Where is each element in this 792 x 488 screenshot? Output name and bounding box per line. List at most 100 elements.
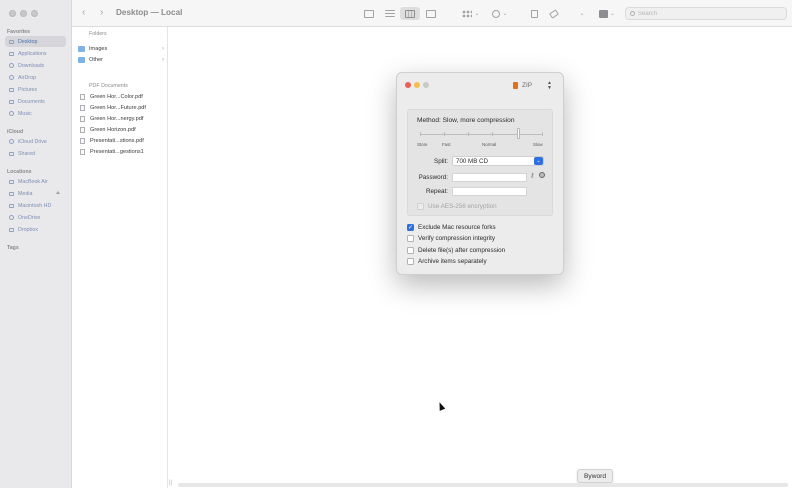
repeat-label: Repeat: xyxy=(425,188,448,195)
tag-icon xyxy=(549,8,559,19)
close-button[interactable] xyxy=(9,10,16,17)
drive-icon xyxy=(598,9,608,18)
icon-view-button[interactable] xyxy=(362,7,376,20)
disk-icon xyxy=(8,203,14,208)
sidebar-item-documents[interactable]: Documents xyxy=(5,96,66,107)
sidebar-item-pictures[interactable]: Pictures xyxy=(5,84,66,95)
checkbox-label: Delete file(s) after compression xyxy=(418,247,506,254)
eject-group-button[interactable]: ⌄ xyxy=(596,7,618,20)
search-field[interactable] xyxy=(625,7,787,20)
compression-slider-track[interactable] xyxy=(420,134,543,135)
search-input[interactable] xyxy=(638,10,778,17)
split-size-value: 700 MB CD xyxy=(456,157,488,165)
sidebar-item-label: Media xyxy=(18,190,33,197)
file-row[interactable]: Green Horizon.pdf xyxy=(78,125,164,135)
sidebar-item-airdrop[interactable]: AirDrop xyxy=(5,72,66,83)
archive-format-value: ZIP xyxy=(522,82,533,89)
documents-icon xyxy=(8,99,14,104)
dialog-minimize-button[interactable] xyxy=(414,82,420,88)
checkmark-icon: ✓ xyxy=(407,224,414,231)
sidebar-item-downloads[interactable]: Downloads xyxy=(5,60,66,71)
file-row[interactable]: Green Hor...Color.pdf xyxy=(78,92,164,102)
column-view-button[interactable] xyxy=(400,7,420,20)
password-input[interactable] xyxy=(453,174,526,182)
file-row[interactable]: Green Hor...nergy.pdf xyxy=(78,114,164,124)
checkbox-label: Verify compression integrity xyxy=(418,235,495,242)
sidebar-item-applications[interactable]: Applications xyxy=(5,48,66,59)
compression-slider-thumb[interactable] xyxy=(517,128,521,139)
slider-tick xyxy=(468,132,469,136)
pdf-file-icon xyxy=(80,149,85,155)
repeat-password-field[interactable] xyxy=(452,187,527,196)
cloud-icon xyxy=(8,139,14,144)
password-generator-icon[interactable] xyxy=(539,172,545,178)
folder-name: Other xyxy=(89,57,103,63)
slider-label-fast: Fast xyxy=(442,142,451,147)
tag-button[interactable] xyxy=(548,7,560,20)
split-size-select[interactable]: 700 MB CD ⌄ xyxy=(452,156,544,166)
compression-dialog: ZIP ▲ ▼ Method: Slow, more compression St… xyxy=(396,72,564,275)
downloads-icon xyxy=(8,63,14,68)
sidebar-item-macbook-air[interactable]: MacBook Air xyxy=(5,176,66,187)
group-button[interactable]: ⌄ xyxy=(460,7,482,20)
dropbox-icon xyxy=(8,227,14,232)
sidebar-item-media[interactable]: Media xyxy=(5,188,66,199)
eject-icon[interactable] xyxy=(56,191,60,194)
slider-label-normal: Normal xyxy=(482,142,497,147)
sidebar-item-icloud-drive[interactable]: iCloud Drive xyxy=(5,136,66,147)
delete-after-compression-checkbox[interactable]: Delete file(s) after compression xyxy=(407,247,505,254)
zoom-button[interactable] xyxy=(31,10,38,17)
updown-chevron-icon: ▲ ▼ xyxy=(547,80,552,91)
sidebar-item-onedrive[interactable]: OneDrive xyxy=(5,212,66,223)
file-row[interactable]: Presentati...gestions1 xyxy=(78,147,164,157)
ellipsis-circle-icon xyxy=(492,9,501,18)
gallery-view-button[interactable] xyxy=(424,7,438,20)
file-row[interactable]: Presentati...stions.pdf xyxy=(78,136,164,146)
sidebar-item-macintosh-hd[interactable]: Macintosh HD xyxy=(5,200,66,211)
sidebar-item-music[interactable]: Music xyxy=(5,108,66,119)
horizontal-scrollbar[interactable] xyxy=(178,483,788,487)
sidebar-item-desktop[interactable]: Desktop xyxy=(5,36,66,47)
file-name: Green Hor...nergy.pdf xyxy=(90,116,144,122)
sidebar-item-label: Music xyxy=(18,110,32,117)
verify-integrity-checkbox[interactable]: Verify compression integrity xyxy=(407,235,495,242)
pdf-file-icon xyxy=(80,105,85,111)
repeat-password-input[interactable] xyxy=(453,188,526,196)
sidebar-item-shared[interactable]: Shared xyxy=(5,148,66,159)
password-field[interactable] xyxy=(452,173,527,182)
shared-folder-icon xyxy=(8,151,14,156)
pdf-documents-header: PDF Documents xyxy=(89,83,128,89)
more-button[interactable]: ⌄ xyxy=(576,7,586,20)
dialog-zoom-button[interactable] xyxy=(423,82,429,88)
dialog-close-button[interactable] xyxy=(405,82,411,88)
window-title: Desktop — Local xyxy=(116,8,183,17)
archive-separately-checkbox[interactable]: Archive items separately xyxy=(407,258,487,265)
key-icon[interactable]: ⚷ xyxy=(530,172,534,179)
compression-options-panel: Method: Slow, more compression Store Fas… xyxy=(407,109,553,216)
checkbox-label: Archive items separately xyxy=(418,258,487,265)
sidebar-item-dropbox[interactable]: Dropbox xyxy=(5,224,66,235)
list-view-button[interactable] xyxy=(383,7,397,20)
forward-button[interactable]: › xyxy=(100,7,103,18)
desktop-icon xyxy=(8,39,14,44)
dock-tooltip: Byword xyxy=(577,469,613,483)
folder-row-images[interactable]: Images › xyxy=(78,44,164,54)
finder-toolbar: ‹ › Desktop — Local ⌄ ⌄ ⌄ ⌄ xyxy=(72,0,792,27)
pdf-file-icon xyxy=(80,116,85,122)
action-button[interactable]: ⌄ xyxy=(489,7,511,20)
column-resize-handle[interactable]: || xyxy=(169,480,172,486)
aes-encryption-checkbox[interactable]: Use AES-256 encryption xyxy=(417,203,497,210)
minimize-button[interactable] xyxy=(20,10,27,17)
share-button[interactable] xyxy=(528,7,540,20)
back-button[interactable]: ‹ xyxy=(82,7,85,18)
pdf-file-icon xyxy=(80,94,85,100)
file-row[interactable]: Green Hor...Future.pdf xyxy=(78,103,164,113)
sidebar-item-label: Documents xyxy=(18,98,45,105)
sidebar-item-label: AirDrop xyxy=(18,74,36,81)
chevron-down-icon: ⌄ xyxy=(534,157,543,165)
exclude-resource-forks-checkbox[interactable]: ✓ Exclude Mac resource forks xyxy=(407,224,496,231)
file-name: Green Hor...Future.pdf xyxy=(90,105,146,111)
folder-row-other[interactable]: Other › xyxy=(78,55,164,65)
pictures-icon xyxy=(8,87,14,92)
archive-format-popup[interactable]: ZIP ▲ ▼ xyxy=(511,80,555,91)
